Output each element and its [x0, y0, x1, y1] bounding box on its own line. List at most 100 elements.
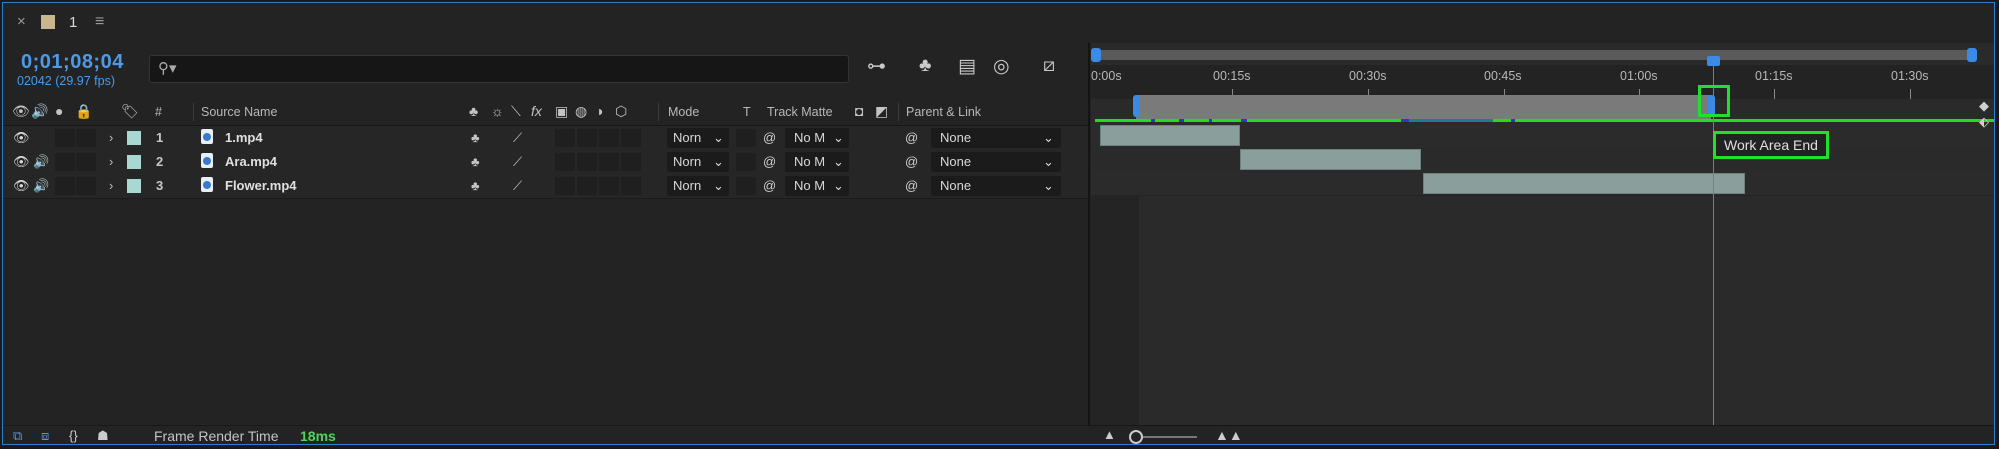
layer-row[interactable]: 👁 › 1 1.mp4 ♣ ⟋ Norn ⌄ @ No M ⌄ @ None ⌄ [3, 126, 1090, 151]
zoom-out-icon[interactable]: ▲ [1103, 427, 1116, 442]
preserve-transparency-box[interactable] [736, 177, 756, 195]
shy-layers-icon[interactable]: ♣ [919, 55, 931, 77]
matte-pickwhip-icon[interactable]: @ [763, 154, 776, 169]
shy-switch-icon[interactable]: ♣ [471, 130, 480, 145]
current-time-display[interactable]: 0;01;08;04 [21, 51, 124, 74]
parent-pickwhip-icon[interactable]: @ [905, 154, 918, 169]
transfer-controls-toggle-icon[interactable]: ⧈ [41, 428, 49, 444]
current-time-indicator-line[interactable] [1713, 65, 1714, 425]
switch-box[interactable] [577, 153, 597, 171]
shy-switch-icon[interactable]: ♣ [469, 103, 478, 119]
switch-box[interactable] [621, 177, 641, 195]
shy-switch-icon[interactable]: ♣ [471, 178, 480, 193]
layer-row[interactable]: 👁 🔊 › 3 Flower.mp4 ♣ ⟋ Norn⌄ @ No M⌄ @ [3, 174, 1090, 199]
label-color-swatch[interactable] [127, 179, 141, 193]
quality-switch-icon[interactable]: ⟋ [513, 130, 522, 146]
expand-chevron-icon[interactable]: › [109, 154, 113, 169]
layer-switches-toggle-icon[interactable]: ⧉ [13, 428, 22, 444]
audio-speaker-icon[interactable]: 🔊 [33, 154, 49, 170]
switch-box[interactable] [599, 129, 619, 147]
motion-blur-switch-icon[interactable]: ◍ [575, 103, 587, 120]
frame-blend-switch-icon[interactable]: ▣ [555, 103, 568, 120]
zoom-in-icon[interactable]: ▲▲ [1215, 427, 1243, 443]
switch-box[interactable] [621, 153, 641, 171]
visibility-eye-icon[interactable]: 👁 [13, 130, 30, 146]
parent-dropdown[interactable]: None ⌄ [931, 176, 1061, 196]
matte-toggle-icon[interactable]: ◘ [855, 103, 863, 119]
quality-switch-icon[interactable]: ⟋ [513, 178, 522, 194]
time-navigator-bar[interactable] [1095, 50, 1973, 60]
composition-tab-label[interactable]: 1 [69, 14, 77, 31]
blend-mode-dropdown[interactable]: Norn ⌄ [667, 152, 729, 172]
zoom-slider-knob[interactable] [1129, 430, 1143, 444]
expand-chevron-icon[interactable]: › [109, 130, 113, 145]
composition-flowchart-icon[interactable]: ⊶ [867, 55, 886, 78]
expand-chevron-icon[interactable]: › [109, 178, 113, 193]
panel-menu-icon[interactable]: ≡ [95, 13, 104, 31]
audio-speaker-icon[interactable]: 🔊 [31, 103, 48, 120]
visibility-eye-icon[interactable]: 👁 [13, 154, 30, 170]
layer-duration-bar[interactable] [1423, 173, 1745, 194]
layer-source-name[interactable]: 1.mp4 [225, 130, 263, 145]
track-matte-dropdown[interactable]: No M ⌄ [785, 152, 849, 172]
switch-box[interactable] [555, 129, 575, 147]
column-source-name[interactable]: Source Name [201, 105, 277, 119]
work-area-bar[interactable] [1136, 95, 1711, 119]
label-color-swatch[interactable] [127, 131, 141, 145]
lock-toggle[interactable] [76, 129, 96, 147]
audio-speaker-icon[interactable]: 🔊 [33, 178, 49, 194]
time-navigator-start-handle[interactable] [1091, 48, 1101, 62]
switch-box[interactable] [577, 177, 597, 195]
lock-icon[interactable]: 🔒 [75, 103, 92, 120]
motion-blur-icon[interactable]: ◎ [993, 55, 1010, 78]
label-tag-icon[interactable]: 🏷 [121, 103, 139, 120]
switch-box[interactable] [577, 129, 597, 147]
layer-search-input[interactable] [180, 58, 834, 80]
work-area-start-handle[interactable] [1133, 95, 1140, 117]
layer-search-box[interactable]: ⚲▾ [149, 55, 849, 83]
switch-box[interactable] [621, 129, 641, 147]
3d-layer-switch-icon[interactable]: ⬡ [615, 103, 627, 120]
timeline-side-tools-icon[interactable]: ◆ ⬖ [1979, 98, 1989, 130]
track-matte-dropdown[interactable]: No M ⌄ [785, 128, 849, 148]
track-matte-dropdown[interactable]: No M ⌄ [785, 176, 849, 196]
parent-pickwhip-icon[interactable]: @ [905, 178, 918, 193]
switch-box[interactable] [555, 153, 575, 171]
solo-toggle[interactable] [55, 153, 75, 171]
timeline-area[interactable]: 0:00s 00:15s 00:30s 00:45s 01:00s 01:15s… [1091, 43, 1994, 425]
switch-box[interactable] [599, 177, 619, 195]
preserve-transparency-box[interactable] [736, 153, 756, 171]
timeline-track[interactable] [1091, 171, 1994, 196]
layer-source-name[interactable]: Ara.mp4 [225, 154, 277, 169]
column-parent-link[interactable]: Parent & Link [906, 105, 981, 119]
quality-switch-icon[interactable]: ⟍ [511, 103, 521, 120]
matte-pickwhip-icon[interactable]: @ [763, 178, 776, 193]
shy-switch-icon[interactable]: ♣ [471, 154, 480, 169]
collapse-switch-icon[interactable]: ☼ [491, 103, 504, 119]
effects-switch-icon[interactable]: fx [531, 103, 542, 119]
solo-toggle[interactable] [55, 177, 75, 195]
label-color-swatch[interactable] [127, 155, 141, 169]
layer-duration-bar[interactable] [1240, 149, 1421, 170]
matte-invert-icon[interactable]: ◩ [875, 103, 888, 120]
quality-switch-icon[interactable]: ⟋ [513, 154, 522, 170]
column-mode[interactable]: Mode [668, 105, 699, 119]
switch-box[interactable] [555, 177, 575, 195]
adjustment-layer-switch-icon[interactable]: ◑ [595, 103, 603, 119]
in-out-toggle-icon[interactable]: {} [69, 428, 78, 443]
timeline-track[interactable] [1091, 147, 1994, 172]
parent-dropdown[interactable]: None ⌄ [931, 128, 1061, 148]
column-track-matte[interactable]: Track Matte [767, 105, 833, 119]
visibility-eye-icon[interactable]: 👁 [13, 178, 30, 194]
time-ruler[interactable]: 0:00s 00:15s 00:30s 00:45s 01:00s 01:15s… [1091, 65, 1994, 99]
lock-toggle[interactable] [76, 177, 96, 195]
layer-duration-bar[interactable] [1100, 125, 1240, 146]
render-time-toggle-icon[interactable]: ☗ [97, 428, 109, 444]
blend-mode-dropdown[interactable]: Norn ⌄ [667, 128, 729, 148]
solo-icon[interactable]: ● [55, 103, 63, 119]
solo-toggle[interactable] [55, 129, 75, 147]
parent-dropdown[interactable]: None ⌄ [931, 152, 1061, 172]
close-tab-icon[interactable]: × [17, 13, 26, 30]
timeline-track[interactable] [1091, 123, 1994, 148]
graph-editor-icon[interactable]: ⧄ [1043, 55, 1055, 77]
